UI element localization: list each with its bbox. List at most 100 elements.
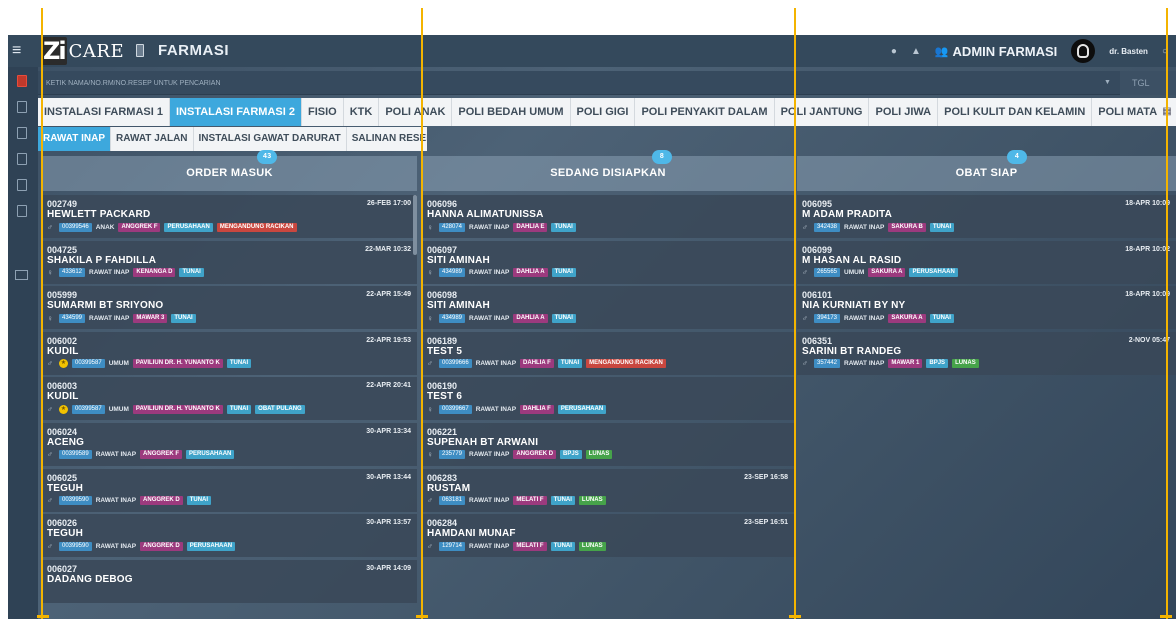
sidebar-item-icon[interactable] [17, 127, 27, 139]
prescription-card[interactable]: 006221 SUPENAH BT ARWANI ♀ 235779 RAWAT INAP… [422, 422, 794, 466]
order-date: 18-APR 10:02 [1125, 245, 1170, 253]
tab-primary[interactable]: POLI BEDAH UMUM [452, 98, 571, 126]
prescription-card[interactable]: 006095 M ADAM PRADITA 18-APR 10:09 ♂ 342438 R… [797, 195, 1176, 238]
patient-name: M ADAM PRADITA [802, 209, 893, 220]
sidebar-item-pharmacy-icon[interactable] [17, 75, 27, 87]
prescription-number: 006024 [47, 426, 78, 437]
prescription-card[interactable]: 006284 HAMDANI MUNAF 23-SEP 16:51 ♂ 129714 RA… [422, 514, 794, 558]
prescription-card[interactable]: 006099 M HASAN AL RASID 18-APR 10:02 ♂ 26556… [797, 240, 1176, 284]
gender-icon: ♀ [427, 268, 433, 278]
prescription-number: 005999 [47, 290, 78, 301]
sidebar-item-icon[interactable] [17, 205, 27, 217]
users-icon: 👥 [934, 45, 949, 58]
medical-record-badge: 434989 [439, 268, 466, 278]
prescription-card[interactable]: 006096 HANNA ALIMATUNISSA ♀ 428074 RAWAT INA… [422, 195, 794, 238]
care-type: RAWAT INAP [95, 497, 137, 505]
tab-primary[interactable]: POLI KULIT DAN KELAMIN [938, 98, 1093, 126]
search-input[interactable] [46, 77, 1066, 90]
payment-badge: TUNAI [186, 496, 212, 506]
room-badge: SAKURA A [868, 268, 906, 278]
column-title: OBAT SIAP [955, 167, 1018, 179]
tab-primary[interactable]: POLI PENYAKIT DALAM [635, 98, 775, 126]
prescription-card[interactable]: 006189 TEST 5 ♂ 00399666 RAWAT INAP DAHLIA FT… [422, 331, 794, 375]
payment-badge: TUNAI [226, 404, 252, 414]
card-list: 006096 HANNA ALIMATUNISSA ♀ 428074 RAWAT INA… [422, 195, 794, 560]
patient-meta: ♀ 434989 RAWAT INAP DAHLIA A TUNAI [427, 268, 794, 278]
status-dot-icon[interactable]: ● [891, 46, 897, 57]
sidebar-item-icon[interactable] [17, 153, 27, 165]
tab-primary[interactable]: POLI GIGI [571, 98, 636, 126]
prescription-card[interactable]: 006283 RUSTAM 23-SEP 16:58 ♂ 063181 RAWAT INA… [422, 468, 794, 512]
guide-line [41, 8, 43, 619]
room-badge: SAKURA A [888, 313, 926, 323]
order-date: 30-APR 14:09 [366, 564, 411, 572]
admin-farmasi-label[interactable]: ADMIN FARMASI [953, 44, 1058, 59]
tab-primary[interactable]: POLI MATA [1092, 98, 1165, 126]
medical-record-badge: 00399590 [59, 496, 92, 506]
patient-name: KUDIL [47, 391, 79, 403]
prescription-card[interactable]: 006027 DADANG DEBOG 30-APR 14:09 [42, 559, 417, 603]
paid-badge: LUNAS [952, 359, 979, 369]
prescription-card[interactable]: 006101 NIA KURNIATI BY NY 18-APR 10:09 ♂ 394… [797, 286, 1176, 330]
patient-name: RUSTAM [427, 482, 471, 494]
prescription-number: 002749 [47, 199, 78, 209]
patient-name: SUPENAH BT ARWANI [427, 436, 539, 448]
tab-primary[interactable]: POLI ANAK [379, 98, 453, 126]
prescription-number: 006025 [47, 472, 78, 483]
prescription-card[interactable]: 004725 SHAKILA P FAHDILLA 22-MAR 10:32 ♀ 433… [42, 240, 417, 284]
app-window: ≡ Zi CARE FARMASI ● ▲ 👥 ADMIN FARMASI dr… [8, 35, 1176, 619]
user-avatar[interactable] [1071, 39, 1096, 63]
gender-icon: ♀ [427, 222, 433, 232]
order-date: 22-APR 15:49 [366, 291, 411, 299]
care-type: RAWAT INAP [469, 269, 510, 277]
prescription-card[interactable]: 002749 HEWLETT PACKARD 26-FEB 17:00 ♂ 003995… [42, 195, 417, 238]
prescription-number: 006221 [427, 426, 458, 437]
prescription-card[interactable]: 006097 SITI AMINAH ♀ 434989 RAWAT INAP DAHLIA… [422, 240, 794, 284]
sidebar-item-icon[interactable] [17, 101, 27, 113]
prescription-card[interactable]: 006026 TEGUH 30-APR 13:57 ♂ 00399590 RAWAT IN… [42, 514, 417, 558]
patient-meta: ♀ 434599 RAWAT INAP MAWAR 3 TUNAI [47, 313, 417, 323]
tab-primary[interactable]: POLI JANTUNG [775, 98, 870, 126]
medical-record-badge: 394173 [814, 313, 841, 323]
care-type: RAWAT INAP [844, 223, 885, 231]
patient-name: TEST 5 [427, 345, 463, 357]
bell-icon[interactable]: ▲ [911, 46, 921, 57]
order-date: 23-SEP 16:58 [744, 473, 788, 481]
gender-icon: ♀ [47, 268, 53, 278]
prescription-card[interactable]: 006003 KUDIL 22-APR 20:41 ♂ ★ 00399587 UMUM PAV… [42, 377, 417, 421]
table-icon[interactable] [15, 270, 28, 280]
top-bar: ≡ Zi CARE FARMASI ● ▲ 👥 ADMIN FARMASI dr… [8, 35, 1176, 67]
tab-secondary[interactable]: SALINAN RESEP [347, 127, 427, 151]
scrollbar[interactable] [413, 195, 417, 255]
tab-primary[interactable]: POLI JIWA [869, 98, 939, 126]
room-badge: SAKURA B [888, 222, 926, 232]
tab-primary[interactable]: INSTALASI FARMASI 2 [169, 98, 302, 126]
payment-badge: TUNAI [929, 313, 954, 323]
user-name[interactable]: dr. Basten [1109, 47, 1148, 56]
tab-secondary[interactable]: RAWAT JALAN [111, 127, 194, 151]
prescription-card[interactable]: 006002 KUDIL 22-APR 19:53 ♂ ★ 00399587 UMUM PAV… [42, 331, 417, 375]
payment-badge: TUNAI [226, 359, 252, 369]
prescription-card[interactable]: 006025 TEGUH 30-APR 13:44 ♂ 00399590 RAWAT IN… [42, 468, 417, 512]
prescription-number: 006026 [47, 518, 78, 529]
column-header: ORDER MASUK 43 [42, 150, 417, 191]
sidebar-item-icon[interactable] [17, 179, 27, 191]
prescription-card[interactable]: 006190 TEST 6 ♀ 00399667 RAWAT INAP DAHLIA FP… [422, 377, 794, 421]
prescription-card[interactable]: 005999 SUMARMI BT SRIYONO 22-APR 15:49 ♀ 434… [42, 286, 417, 330]
patient-meta: ♀ 433612 RAWAT INAP KENANGA D TUNAI [47, 268, 417, 278]
payment-badge: TUNAI [550, 541, 575, 551]
prescription-card[interactable]: 006098 SITI AMINAH ♀ 434989 RAWAT INAP DAHLIA… [422, 286, 794, 330]
hamburger-menu-icon[interactable]: ≡ [12, 43, 21, 59]
tab-primary[interactable]: INSTALASI FARMASI 1 [38, 98, 170, 126]
prescription-card[interactable]: 006351 SARINI BT RANDEG 2-NOV 05:47 ♂ 357442… [797, 331, 1176, 375]
tab-primary[interactable]: FISIO [302, 98, 344, 126]
tab-secondary[interactable]: RAWAT INAP [38, 127, 112, 151]
logo-care: CARE [68, 40, 125, 62]
gender-icon: ♂ [47, 359, 53, 369]
tab-primary[interactable]: KTK [344, 98, 380, 126]
prescription-card[interactable]: 006024 ACENG 30-APR 13:34 ♂ 00399589 RAWAT IN… [42, 422, 417, 466]
patient-name: M HASAN AL RASID [802, 254, 902, 266]
room-badge: ANGGREK D [140, 496, 183, 506]
tab-secondary[interactable]: INSTALASI GAWAT DARURAT [194, 127, 347, 151]
search-dropdown-icon[interactable]: ▼ [1104, 79, 1111, 86]
